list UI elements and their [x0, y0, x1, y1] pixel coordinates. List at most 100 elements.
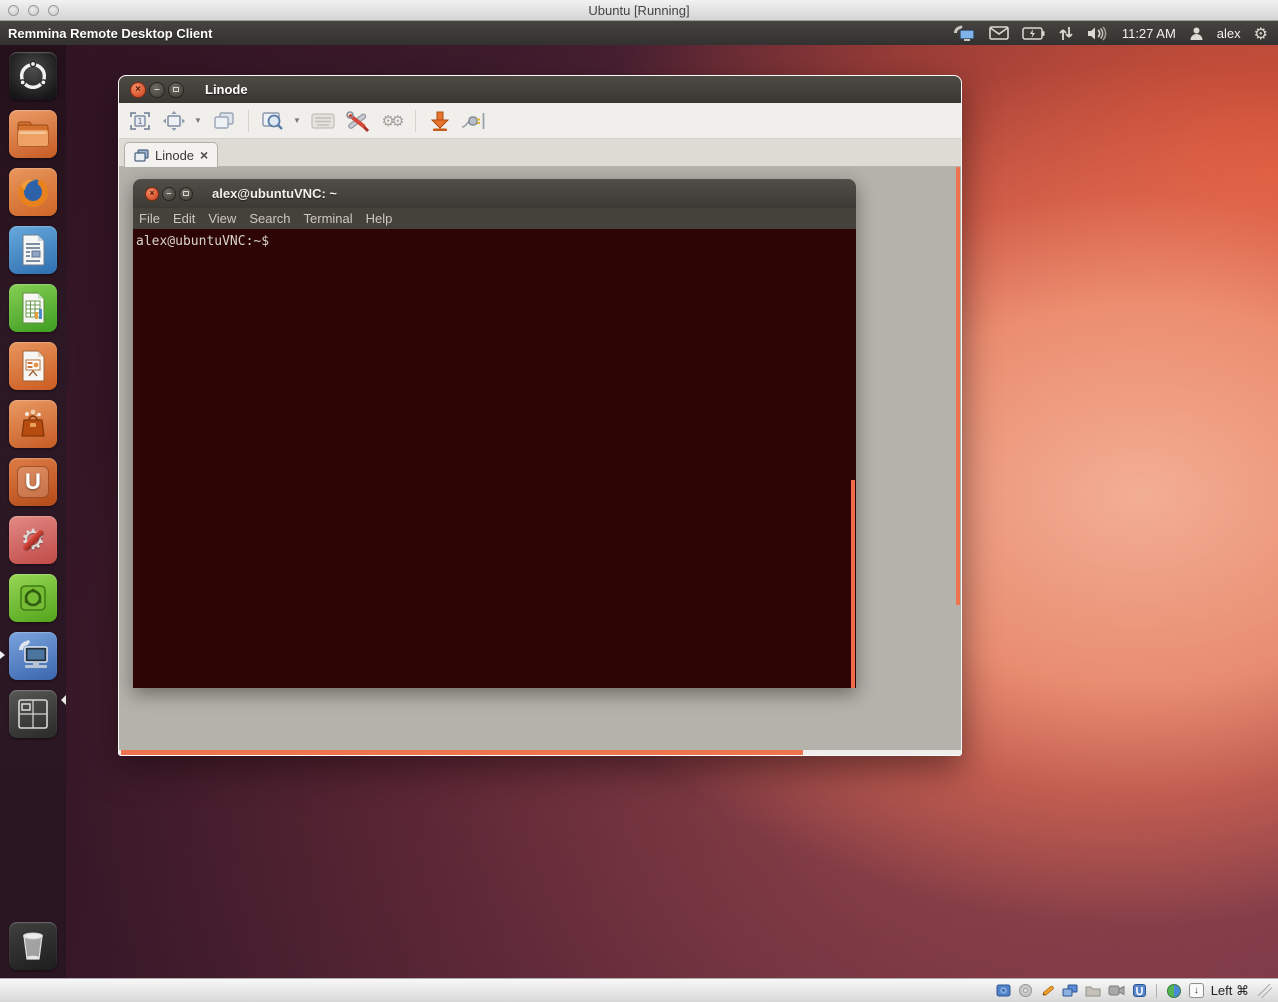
connection-tab-linode[interactable]: Linode ×: [124, 142, 218, 167]
volume-indicator-icon[interactable]: [1087, 26, 1109, 41]
menu-search[interactable]: Search: [249, 211, 290, 226]
toolbar-separator: [248, 110, 249, 132]
optical-drive-icon[interactable]: [1018, 983, 1033, 998]
shared-folders-icon[interactable]: [1085, 984, 1101, 998]
viewport-vertical-scrollbar[interactable]: [956, 167, 960, 605]
video-capture-icon[interactable]: [1108, 984, 1125, 997]
tablet-pen-icon[interactable]: [1040, 983, 1055, 998]
scaled-mode-dropdown[interactable]: ▼: [194, 116, 204, 125]
launcher-item-workspace-switcher[interactable]: [9, 690, 57, 738]
virtualbox-vm-window: Ubuntu [Running] Remmina Remote Desktop …: [0, 0, 1278, 1002]
terminal-close-button[interactable]: ×: [145, 187, 159, 201]
launcher-item-system-settings[interactable]: ⚙: [9, 516, 57, 564]
zoom-button[interactable]: [259, 108, 287, 134]
terminal-scrollbar[interactable]: [851, 480, 855, 688]
launcher-item-trash[interactable]: [9, 922, 57, 970]
launcher-item-libreoffice-writer[interactable]: [9, 226, 57, 274]
switch-tabs-button[interactable]: [210, 108, 238, 134]
user-indicator-icon[interactable]: [1189, 26, 1204, 41]
toolbar-separator: [415, 110, 416, 132]
launcher-item-software-center[interactable]: [9, 400, 57, 448]
battery-indicator-icon[interactable]: [1022, 27, 1045, 40]
minimize-to-tray-button[interactable]: [426, 108, 454, 134]
focused-indicator-arrow: [61, 695, 66, 705]
scaled-mode-icon: [162, 110, 186, 132]
indicator-area: 11:27 AM alex ⚙: [952, 24, 1278, 43]
launcher-item-libreoffice-impress[interactable]: [9, 342, 57, 390]
mail-indicator-icon[interactable]: [989, 26, 1009, 40]
hard-disk-icon[interactable]: [996, 983, 1011, 998]
zoom-icon: [261, 110, 285, 132]
fullscreen-icon: 1: [129, 111, 151, 131]
sync-arrows-indicator-icon[interactable]: [1058, 26, 1074, 41]
terminal-titlebar[interactable]: × – alex@ubuntuVNC: ~: [133, 179, 856, 208]
menu-help[interactable]: Help: [366, 211, 393, 226]
host-window-title: Ubuntu [Running]: [0, 3, 1278, 18]
calc-spreadsheet-icon: [16, 290, 50, 326]
launcher-item-libreoffice-calc[interactable]: [9, 284, 57, 332]
resize-grip[interactable]: [1258, 984, 1272, 998]
terminal-window: × – alex@ubuntuVNC: ~ File Edit View Sea…: [133, 179, 856, 688]
workspace-grid-icon: [15, 696, 51, 732]
terminal-screen[interactable]: alex@ubuntuVNC:~$: [133, 229, 856, 688]
terminal-title: alex@ubuntuVNC: ~: [212, 186, 337, 201]
disconnect-button[interactable]: [460, 108, 488, 134]
writer-document-icon: [16, 232, 50, 268]
remmina-maximize-button[interactable]: [168, 82, 184, 98]
remmina-close-button[interactable]: ×: [130, 82, 146, 98]
keyboard-icon: [311, 113, 335, 129]
impress-presentation-icon: [16, 348, 50, 384]
network-adapters-icon[interactable]: [1062, 983, 1078, 998]
fullscreen-button[interactable]: 1: [126, 108, 154, 134]
session-gear-icon[interactable]: ⚙: [1254, 24, 1268, 43]
launcher-item-ubuntu-one[interactable]: U: [9, 458, 57, 506]
menu-edit[interactable]: Edit: [173, 211, 195, 226]
clock[interactable]: 11:27 AM: [1122, 26, 1176, 41]
active-app-title: Remmina Remote Desktop Client: [8, 26, 212, 41]
gears-icon: ⚙⚙: [382, 112, 401, 130]
host-key-label: Left ⌘: [1211, 983, 1249, 999]
tab-close-button[interactable]: ×: [200, 148, 208, 162]
username-label[interactable]: alex: [1217, 26, 1241, 41]
ubuntu-top-panel: Remmina Remote Desktop Client 11:27 AM a…: [0, 21, 1278, 45]
settings-button[interactable]: ⚙⚙: [377, 108, 405, 134]
terminal-minimize-button[interactable]: –: [162, 187, 176, 201]
software-center-bag-icon: [15, 406, 51, 442]
shell-prompt: alex@ubuntuVNC:~$: [136, 234, 269, 249]
tweak-gear-icon: [15, 580, 51, 616]
tools-icon: [344, 109, 370, 133]
menu-terminal[interactable]: Terminal: [304, 211, 353, 226]
remote-desktop-viewport[interactable]: × – alex@ubuntuVNC: ~ File Edit View Sea…: [119, 167, 961, 755]
grab-keyboard-button[interactable]: [309, 108, 337, 134]
menu-view[interactable]: View: [208, 211, 236, 226]
viewport-horizontal-scrollbar[interactable]: [121, 750, 803, 755]
running-indicator-arrow: [0, 651, 5, 659]
zoom-dropdown[interactable]: ▼: [293, 116, 303, 125]
launcher-item-ubuntu-tweak[interactable]: [9, 574, 57, 622]
launcher-item-files[interactable]: [9, 110, 57, 158]
scaled-mode-button[interactable]: [160, 108, 188, 134]
switch-tabs-icon: [212, 111, 236, 131]
tools-button[interactable]: [343, 108, 371, 134]
mouse-integration-icon[interactable]: [1166, 983, 1182, 999]
remmina-tabbar: Linode ×: [119, 139, 961, 167]
ubuntu-dash-icon: [16, 59, 50, 93]
launcher-item-firefox[interactable]: [9, 168, 57, 216]
remmina-icon: [14, 637, 52, 675]
trash-icon: [16, 928, 50, 964]
launcher-item-dash-home[interactable]: [9, 52, 57, 100]
launcher-item-remmina[interactable]: [9, 632, 57, 680]
remmina-minimize-button[interactable]: –: [149, 82, 165, 98]
usb-devices-icon[interactable]: [1132, 983, 1147, 998]
keyboard-capture-icon[interactable]: ↓: [1189, 983, 1204, 998]
remmina-toolbar: 1 ▼ ▼ ⚙⚙: [119, 103, 961, 139]
vbox-status-bar: ↓ Left ⌘: [0, 978, 1278, 1002]
remote-desktop-indicator-icon[interactable]: [952, 25, 976, 42]
tab-connection-icon: [134, 149, 149, 162]
terminal-maximize-button[interactable]: [179, 187, 193, 201]
remmina-window-title: Linode: [205, 82, 248, 97]
firefox-icon: [15, 174, 51, 210]
menu-file[interactable]: File: [139, 211, 160, 226]
remmina-titlebar[interactable]: × – Linode: [119, 76, 961, 103]
svg-text:1: 1: [137, 117, 142, 126]
